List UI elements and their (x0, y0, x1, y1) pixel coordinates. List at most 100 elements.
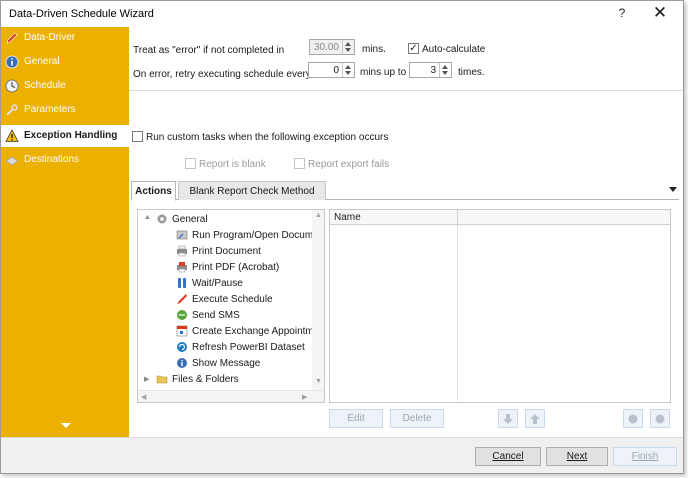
cancel-button[interactable]: Cancel (475, 447, 541, 466)
sidebar-item-label: Exception Handling (24, 130, 118, 141)
pause-icon (178, 278, 186, 288)
close-button[interactable]: ✕ (649, 3, 671, 23)
report-blank-label: Report is blank (199, 159, 266, 170)
actions-tree[interactable]: ▲ General Run Program/Open Document Prin… (137, 209, 325, 403)
tab-bar: Actions Blank Report Check Method (131, 181, 679, 201)
retry-times-stepper[interactable]: 3 (409, 62, 452, 78)
column-header-blank[interactable] (458, 210, 670, 225)
tab-dropdown-icon[interactable] (669, 187, 677, 192)
tree-item-label: Create Exchange Appointment (192, 326, 325, 337)
scroll-left-icon[interactable]: ◀ (141, 393, 146, 401)
move-down-button[interactable] (498, 409, 518, 428)
arrow-up-icon (530, 414, 540, 424)
wrench-icon (6, 104, 18, 116)
sidebar-item-label: Schedule (24, 80, 66, 91)
sidebar-item-schedule[interactable]: Schedule (1, 75, 129, 97)
destinations-icon (5, 156, 19, 166)
scroll-down-icon[interactable]: ▼ (315, 378, 322, 385)
message-icon (177, 358, 187, 368)
warning-icon (5, 129, 19, 142)
wizard-sidebar: Data-Driver General Schedule Parameters (1, 27, 129, 437)
expand-icon[interactable]: ▶ (144, 375, 149, 383)
tree-vertical-scrollbar[interactable]: ▲ ▼ (312, 210, 324, 390)
tree-item-label: Refresh PowerBI Dataset (192, 342, 305, 353)
wizard-footer: Cancel Next Finish (1, 437, 683, 473)
tree-horizontal-scrollbar[interactable]: ◀ ▶ (138, 390, 324, 402)
sidebar-item-label: Parameters (24, 104, 76, 115)
retry-every-value: 0 (333, 65, 339, 76)
report-export-fails-label: Report export fails (308, 159, 390, 170)
stepper-up-icon[interactable] (345, 42, 351, 46)
sidebar-item-general[interactable]: General (1, 51, 129, 73)
mins-up-to-label: mins up to (360, 67, 407, 78)
info-icon (5, 55, 19, 69)
sidebar-item-label: Data-Driver (24, 32, 76, 43)
column-header-name[interactable]: Name (330, 210, 458, 225)
auto-calculate-checkbox[interactable]: ✓ (408, 43, 419, 54)
move-up-button[interactable] (525, 409, 545, 428)
tab-blank-report-check-method[interactable]: Blank Report Check Method (178, 181, 326, 200)
printer-icon (177, 245, 187, 257)
stepper-down-icon[interactable] (345, 48, 351, 52)
auto-calculate-label: Auto-calculate (422, 44, 486, 55)
report-blank-checkbox[interactable] (185, 158, 196, 169)
report-export-fails-checkbox[interactable] (294, 158, 305, 169)
clock-icon (5, 79, 19, 93)
sidebar-item-label: Destinations (24, 154, 80, 165)
title-bar: Data-Driven Schedule Wizard ? ✕ (1, 1, 683, 27)
stepper-up-icon[interactable] (345, 65, 351, 69)
scroll-up-icon[interactable]: ▲ (315, 212, 322, 219)
stepper-down-icon[interactable] (442, 71, 448, 75)
import-icon (628, 414, 638, 424)
gear-icon (157, 214, 167, 224)
sidebar-item-parameters[interactable]: Parameters (1, 99, 129, 121)
times-label: times. (458, 67, 485, 78)
tree-node-label: General (172, 214, 208, 225)
tree-item-label: Show Message (192, 358, 261, 369)
retry-times-value: 3 (430, 65, 436, 76)
refresh-icon (177, 342, 187, 352)
folder-icon (156, 375, 168, 384)
stepper-up-icon[interactable] (442, 65, 448, 69)
execute-schedule-icon (177, 294, 187, 304)
pdf-printer-icon (177, 262, 187, 273)
divider (129, 90, 683, 91)
treat-error-value: 30.00 (313, 42, 339, 53)
finish-button[interactable]: Finish (613, 447, 677, 466)
tab-actions[interactable]: Actions (131, 181, 176, 201)
sidebar-item-destinations[interactable]: Destinations (1, 149, 129, 171)
export-button[interactable] (650, 409, 670, 428)
treat-error-label: Treat as "error" if not completed in (133, 45, 285, 56)
treat-error-stepper[interactable]: 30.00 (309, 39, 355, 55)
arrow-down-icon (503, 414, 513, 424)
exception-handling-panel: Treat as "error" if not completed in 30.… (129, 27, 683, 437)
retry-every-stepper[interactable]: 0 (308, 62, 355, 78)
sidebar-item-label: General (24, 56, 60, 67)
run-program-icon (176, 230, 188, 240)
run-custom-tasks-checkbox[interactable] (132, 131, 143, 142)
scroll-right-icon[interactable]: ▶ (302, 393, 307, 401)
sidebar-item-data-driver[interactable]: Data-Driver (1, 27, 129, 49)
actions-grid[interactable]: Name (329, 209, 671, 403)
tree-item-label: Print Document (192, 246, 261, 257)
import-button[interactable] (623, 409, 643, 428)
on-error-retry-label: On error, retry executing schedule every (133, 69, 311, 80)
edit-button[interactable]: Edit (329, 409, 383, 428)
help-button[interactable]: ? (613, 6, 631, 22)
tree-item-label: Run Program/Open Document (192, 230, 325, 241)
next-button[interactable]: Next (546, 447, 608, 466)
sidebar-scroll-down-icon[interactable] (61, 423, 71, 428)
sms-icon (177, 310, 187, 320)
tree-item-label: Wait/Pause (192, 278, 243, 289)
stepper-down-icon[interactable] (345, 71, 351, 75)
calendar-icon (176, 325, 188, 337)
export-icon (655, 414, 665, 424)
window-title: Data-Driven Schedule Wizard (9, 8, 154, 20)
collapse-icon[interactable]: ▲ (144, 214, 151, 221)
mins-label: mins. (362, 44, 386, 55)
wizard-window: Data-Driven Schedule Wizard ? ✕ Data-Dri… (0, 0, 684, 474)
grid-header: Name (330, 210, 670, 225)
sidebar-item-exception-handling[interactable]: Exception Handling (1, 125, 129, 147)
tree-node-label: Files & Folders (172, 374, 239, 385)
delete-button[interactable]: Delete (390, 409, 444, 428)
